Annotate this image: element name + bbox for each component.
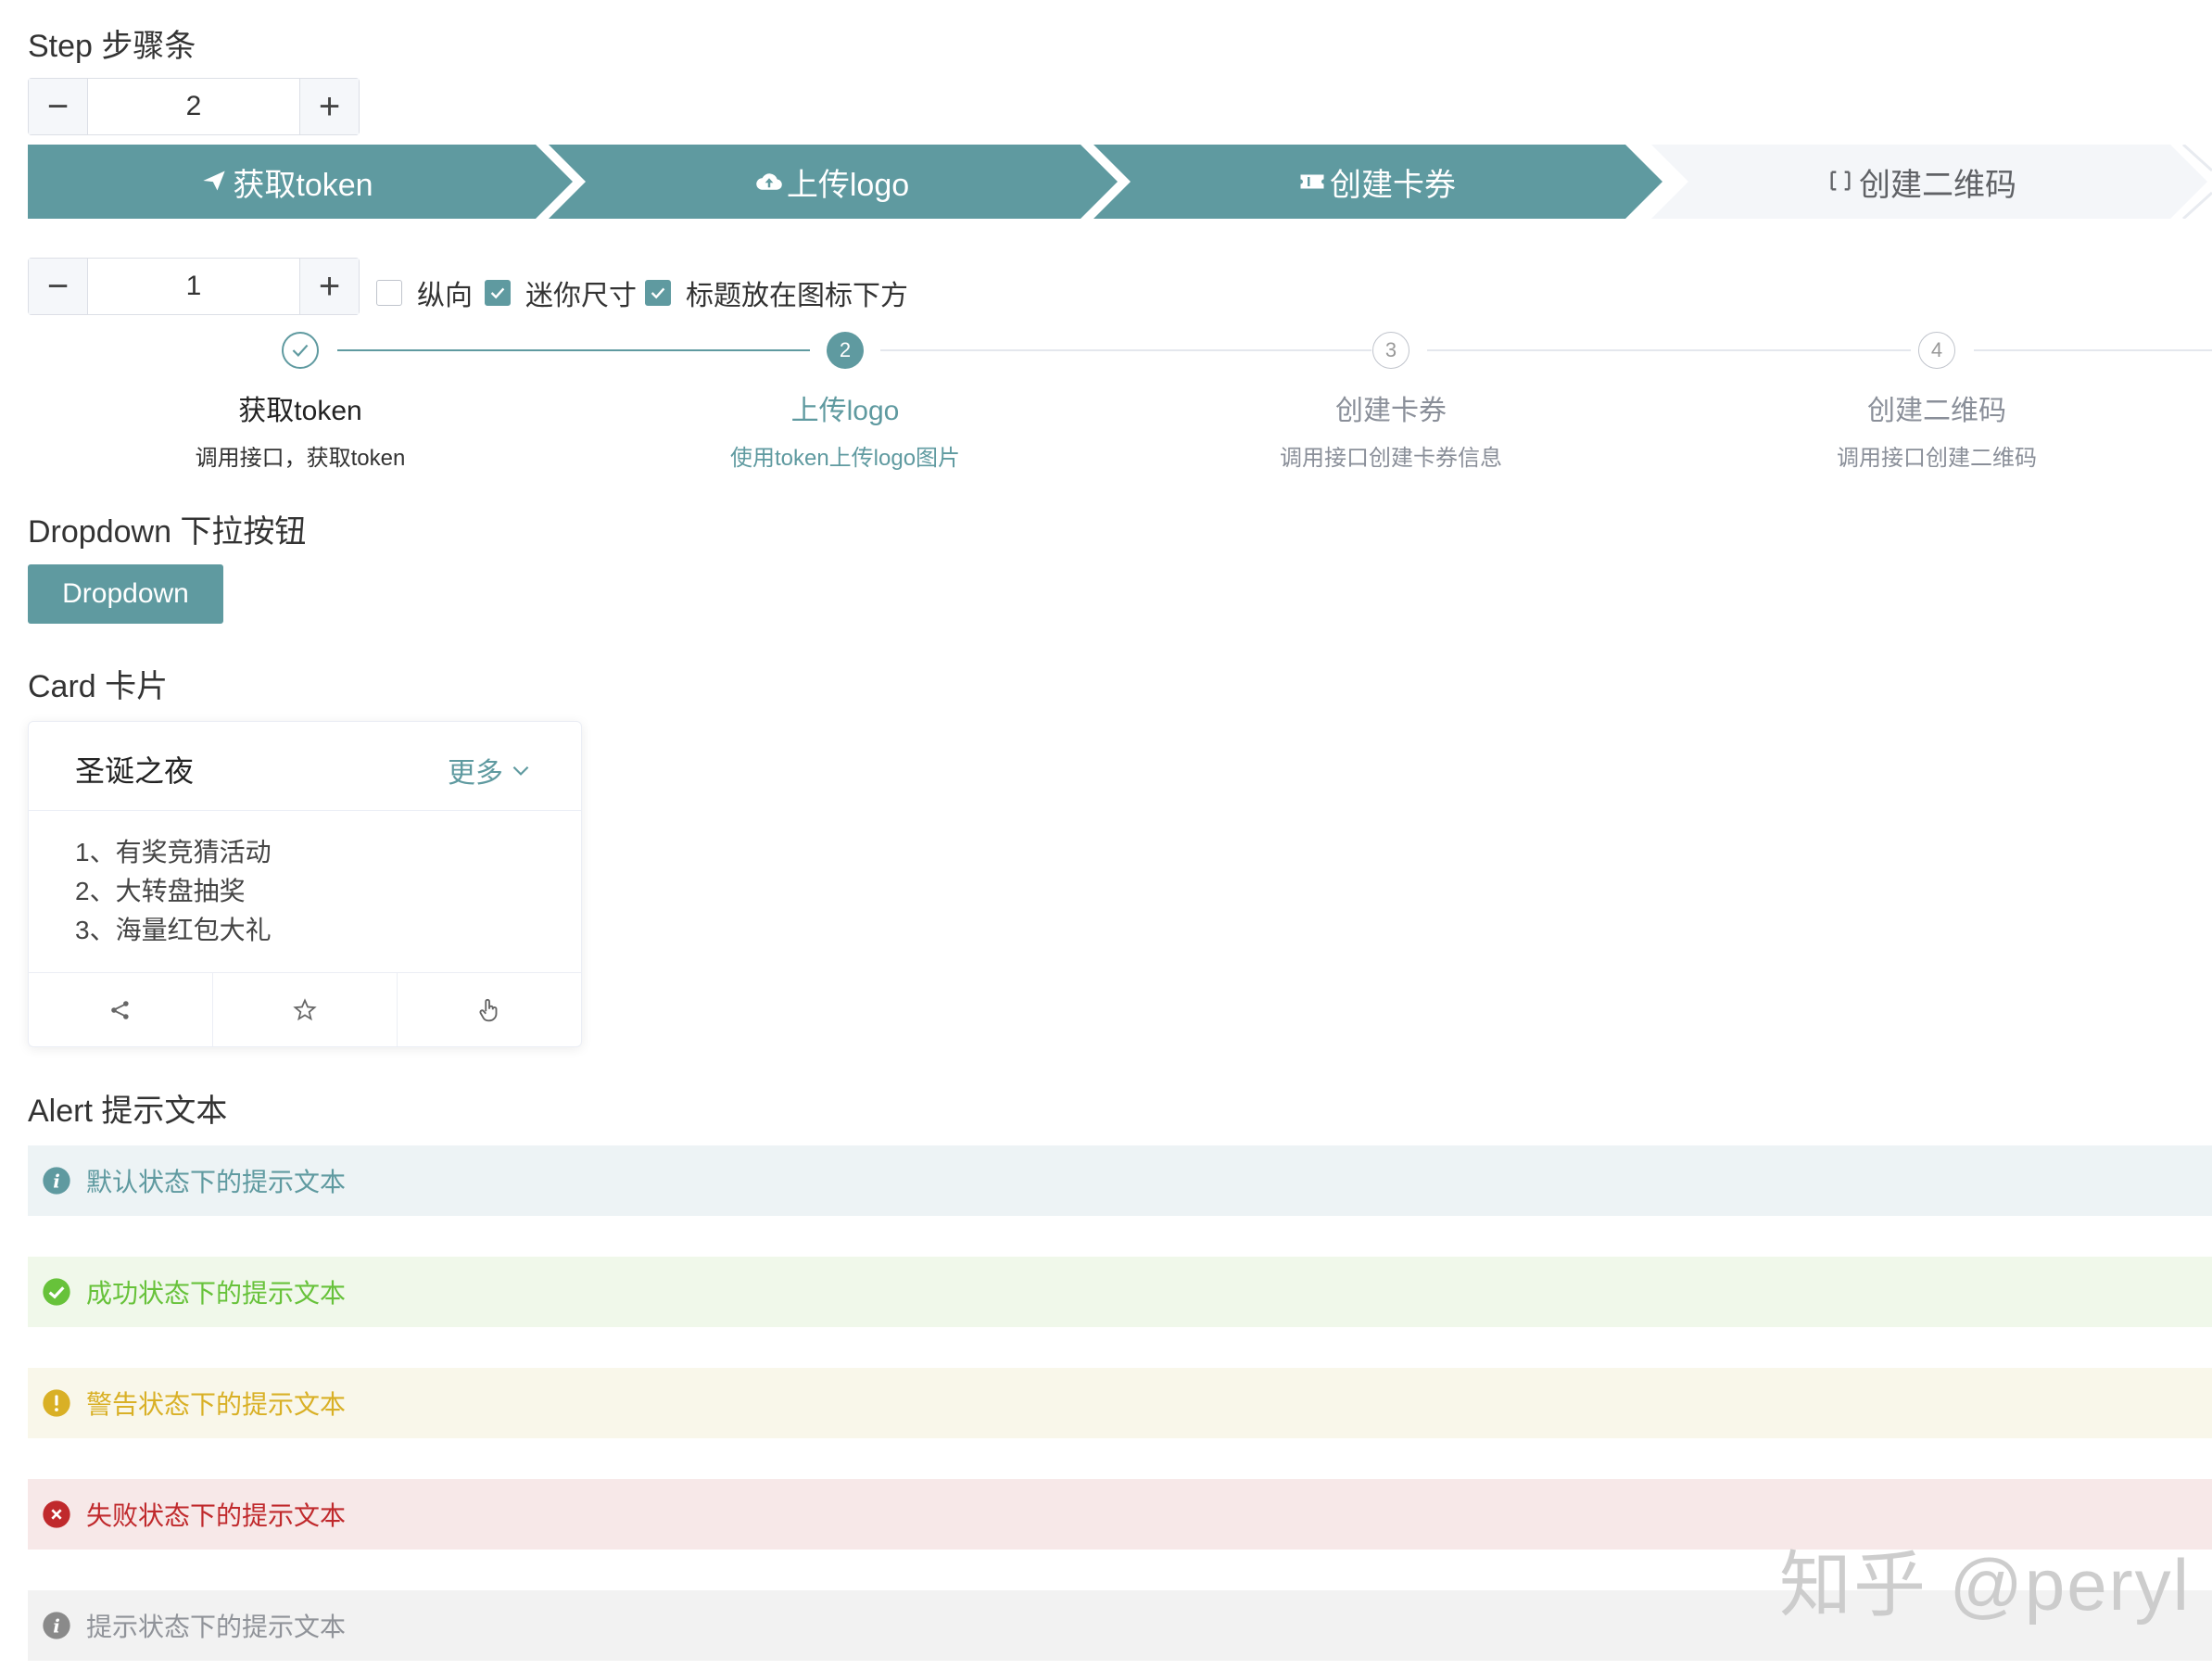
pointer-icon <box>479 998 498 1021</box>
arrow-step-create-qrcode[interactable]: 创建二维码 <box>1662 145 2181 219</box>
increment-button[interactable]: + <box>299 79 359 134</box>
arrow-step-label: 创建二维码 <box>1859 167 2016 203</box>
list-item: 3、海量红包大礼 <box>75 916 272 944</box>
dropdown-button[interactable]: Dropdown <box>28 564 223 624</box>
favorite-button[interactable] <box>212 973 397 1046</box>
share-button[interactable] <box>29 973 212 1046</box>
alert-success: 成功状态下的提示文本 <box>28 1257 2212 1327</box>
warning-icon <box>43 1389 70 1417</box>
chevron-down-icon <box>512 765 529 776</box>
stepper-value[interactable]: 1 <box>88 259 299 314</box>
card-header: 圣诞之夜 更多 <box>29 722 581 811</box>
info-icon: i <box>43 1612 70 1639</box>
decrement-button[interactable]: − <box>29 79 88 134</box>
card-more-link[interactable]: 更多 <box>448 750 533 791</box>
info-icon: i <box>43 1167 70 1195</box>
alert-section-title: Alert 提示文本 <box>28 1094 228 1129</box>
arrow-step-upload-logo[interactable]: 上传logo <box>573 145 1092 219</box>
card-section-title: Card 卡片 <box>28 669 169 704</box>
checkbox-box[interactable] <box>376 280 402 306</box>
checkbox-box[interactable] <box>645 280 671 306</box>
decrement-button[interactable]: − <box>29 259 88 314</box>
alert-text: 提示状态下的提示文本 <box>86 1613 347 1641</box>
cloud-upload-icon <box>755 168 783 196</box>
check-icon <box>490 287 505 299</box>
step-3-desc: 调用接口创建卡券信息 <box>1280 446 1502 471</box>
ticket-icon <box>1298 168 1326 196</box>
share-icon <box>111 1000 129 1019</box>
checkbox-mini-size[interactable]: 迷你尺寸 <box>485 272 637 313</box>
step-2-dot[interactable]: 2 <box>827 332 864 369</box>
checkbox-box[interactable] <box>485 280 511 306</box>
dropdown-section-title: Dropdown 下拉按钮 <box>28 514 307 550</box>
step-4-title: 创建二维码 <box>1867 396 2006 426</box>
svg-text:i: i <box>53 1614 60 1637</box>
checkbox-title-below-icon[interactable]: 标题放在图标下方 <box>645 272 908 313</box>
arrow-step-label: 上传logo <box>786 167 910 203</box>
svg-text:i: i <box>53 1170 60 1192</box>
step-stepper-top: − 2 + <box>28 78 360 135</box>
tap-button[interactable] <box>397 973 581 1046</box>
checkbox-vertical[interactable]: 纵向 <box>376 272 473 313</box>
list-item: 2、大转盘抽奖 <box>75 877 246 905</box>
arrow-step-create-card[interactable]: 创建卡券 <box>1118 145 1637 219</box>
card-more-label: 更多 <box>448 758 503 789</box>
alert-text: 成功状态下的提示文本 <box>86 1279 347 1308</box>
card-title: 圣诞之夜 <box>75 754 195 788</box>
step-connector <box>1427 349 1911 351</box>
step-connector-done <box>337 349 810 351</box>
step-2-title: 上传logo <box>790 396 900 426</box>
arrow-step-label: 获取token <box>233 167 373 203</box>
checkbox-label: 标题放在图标下方 <box>686 281 908 311</box>
alert-text: 默认状态下的提示文本 <box>86 1168 347 1196</box>
star-icon <box>293 997 317 1020</box>
send-icon <box>201 168 229 196</box>
event-card: 圣诞之夜 更多 1、有奖竞猜活动 2、大转盘抽奖 3、海量红包大礼 <box>28 721 582 1047</box>
arrow-steps: 获取token 上传logo 创建卡券 创建二维码 <box>28 145 2212 219</box>
alert-warning: 警告状态下的提示文本 <box>28 1368 2212 1438</box>
card-body: 1、有奖竞猜活动 2、大转盘抽奖 3、海量红包大礼 <box>75 833 272 950</box>
step-1-title: 获取token <box>238 396 362 426</box>
card-actions <box>29 972 581 1046</box>
check-icon <box>292 344 309 357</box>
step-section-title: Step 步骤条 <box>28 29 196 64</box>
watermark: 知乎 @peryl <box>1779 1544 2191 1626</box>
scan-icon <box>1827 168 1855 196</box>
step-1-desc: 调用接口，获取token <box>195 446 406 471</box>
step-1-dot[interactable] <box>282 332 319 369</box>
alert-default: i 默认状态下的提示文本 <box>28 1145 2212 1216</box>
check-circle-icon <box>43 1278 70 1306</box>
step-4-dot[interactable]: 4 <box>1918 332 1955 369</box>
step-stepper-bottom: − 1 + <box>28 258 360 315</box>
check-icon <box>651 287 665 299</box>
step-4-desc: 调用接口创建二维码 <box>1837 446 2037 471</box>
arrow-step-get-token[interactable]: 获取token <box>28 145 547 219</box>
step-3-title: 创建卡券 <box>1335 396 1447 426</box>
step-2-desc: 使用token上传logo图片 <box>729 446 961 471</box>
arrow-step-label: 创建卡券 <box>1330 167 1456 203</box>
step-connector <box>880 349 1371 351</box>
step-connector <box>1974 349 2212 351</box>
increment-button[interactable]: + <box>299 259 359 314</box>
close-circle-icon <box>43 1500 70 1528</box>
alert-text: 失败状态下的提示文本 <box>86 1501 347 1530</box>
checkbox-label: 迷你尺寸 <box>525 281 637 311</box>
step-3-dot[interactable]: 3 <box>1372 332 1409 369</box>
list-item: 1、有奖竞猜活动 <box>75 838 272 867</box>
stepper-value[interactable]: 2 <box>88 79 299 134</box>
checkbox-label: 纵向 <box>417 281 473 311</box>
alert-text: 警告状态下的提示文本 <box>86 1390 347 1419</box>
